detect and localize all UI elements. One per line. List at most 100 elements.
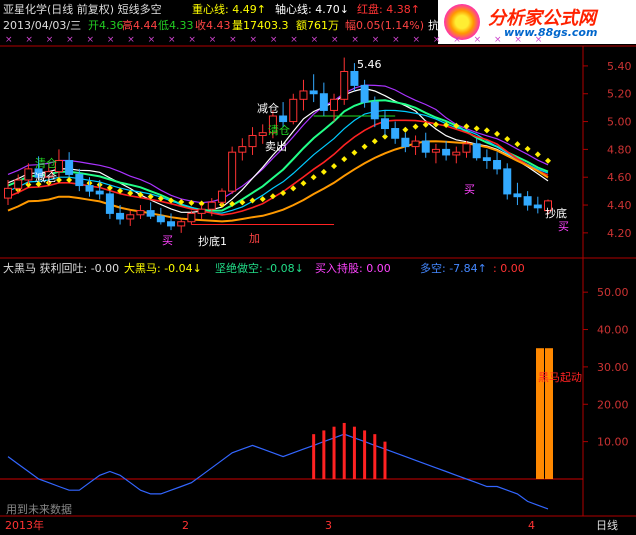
candle-body bbox=[319, 93, 328, 111]
top-x-marker: × bbox=[372, 35, 380, 45]
candle-body bbox=[330, 98, 339, 111]
top-x-marker: × bbox=[250, 35, 258, 45]
support-diamond bbox=[412, 123, 419, 130]
top-x-marker: × bbox=[168, 35, 176, 45]
candle-body bbox=[391, 128, 400, 139]
top-x-marker: × bbox=[535, 35, 543, 45]
annotation-jiancang-2: 减仓 bbox=[257, 102, 279, 115]
candle-body bbox=[238, 146, 247, 153]
top-x-marker: × bbox=[209, 35, 217, 45]
annotation-jia: 加 bbox=[249, 232, 260, 245]
support-diamond bbox=[514, 141, 521, 148]
candle-body bbox=[309, 90, 318, 95]
support-diamond bbox=[483, 127, 490, 134]
top-x-marker: × bbox=[270, 35, 278, 45]
signal-bar bbox=[536, 348, 544, 479]
candle-body bbox=[105, 193, 114, 214]
candle-body bbox=[360, 84, 369, 103]
top-x-marker: × bbox=[148, 35, 156, 45]
support-diamond bbox=[494, 130, 501, 137]
candle-body bbox=[146, 210, 155, 217]
indicator-bar bbox=[322, 430, 326, 479]
price-tick-label: 5.40 bbox=[607, 60, 632, 73]
annotation-chaodi-2: 抄底 bbox=[545, 207, 567, 220]
price-tick-label: 5.20 bbox=[607, 88, 632, 101]
candle-body bbox=[279, 115, 288, 123]
candle-body bbox=[156, 215, 165, 223]
indicator-bar bbox=[312, 434, 316, 479]
top-x-marker: × bbox=[351, 35, 359, 45]
top-x-marker: × bbox=[311, 35, 319, 45]
support-diamond bbox=[351, 149, 358, 156]
top-x-marker: × bbox=[433, 35, 441, 45]
candle-body bbox=[401, 137, 410, 148]
top-x-marker: × bbox=[5, 35, 13, 45]
candle-body bbox=[340, 70, 349, 100]
indicator-bar bbox=[363, 430, 367, 479]
candle-body bbox=[177, 221, 186, 227]
candle-body bbox=[370, 101, 379, 120]
support-diamond bbox=[545, 157, 551, 164]
annotation-qingcang-1: 清仓 bbox=[35, 157, 57, 170]
candle-body bbox=[85, 185, 94, 192]
top-x-marker: × bbox=[331, 35, 339, 45]
annotation-maichu: 卖出 bbox=[265, 140, 287, 153]
candle-body bbox=[289, 98, 298, 123]
candle-body bbox=[217, 190, 226, 203]
indicator-tick-label: 20.00 bbox=[597, 398, 629, 411]
annotation-jiancang-1: 减仓 bbox=[35, 171, 57, 184]
annotation-high-price: 5.46 bbox=[357, 58, 382, 71]
top-x-marker: × bbox=[229, 35, 237, 45]
candle-body bbox=[95, 190, 104, 195]
support-diamond bbox=[310, 174, 317, 181]
support-diamond bbox=[361, 143, 368, 150]
annotation-mai-2: 买 bbox=[464, 183, 475, 196]
candle-body bbox=[228, 151, 237, 192]
candle-body bbox=[14, 179, 23, 189]
support-diamond bbox=[534, 151, 541, 158]
candle-body bbox=[248, 134, 257, 148]
candle-body bbox=[24, 168, 33, 181]
indicator-tick-label: 50.00 bbox=[597, 286, 629, 299]
candle-body bbox=[431, 148, 440, 153]
candle-body bbox=[421, 140, 430, 153]
top-x-marker: × bbox=[188, 35, 196, 45]
support-diamond bbox=[320, 168, 327, 175]
annotation-mai-3: 买 bbox=[558, 220, 569, 233]
indicator-tick-label: 30.00 bbox=[597, 361, 629, 374]
candle-body bbox=[187, 212, 196, 223]
top-x-marker: × bbox=[87, 35, 95, 45]
candle-body bbox=[65, 160, 74, 175]
annotation-heima: 黑马起动 bbox=[538, 371, 582, 384]
candle-body bbox=[126, 214, 135, 220]
candle-body bbox=[167, 221, 176, 227]
indicator-tick-label: 10.00 bbox=[597, 436, 629, 449]
signal-bar bbox=[545, 348, 553, 479]
candle-body bbox=[258, 132, 267, 136]
candle-body bbox=[299, 90, 308, 100]
candle-body bbox=[136, 210, 145, 216]
indicator-bar bbox=[342, 422, 346, 479]
stock-chart: 5.40 5.20 5.00 4.80 4.60 4.40 4.20 50.00 40.00 30… bbox=[0, 35, 636, 517]
support-diamond bbox=[300, 180, 307, 187]
top-x-marker: × bbox=[453, 35, 461, 45]
price-tick-label: 4.20 bbox=[607, 227, 632, 240]
candle-body bbox=[411, 140, 420, 148]
candle-body bbox=[116, 212, 125, 220]
annotation-chaodi-1: 抄底1 bbox=[198, 235, 227, 248]
candle-body bbox=[493, 160, 502, 170]
candle-body bbox=[462, 143, 471, 153]
top-x-marker: × bbox=[127, 35, 135, 45]
support-diamond bbox=[331, 163, 338, 170]
top-x-marker: × bbox=[46, 35, 54, 45]
price-tick-label: 5.00 bbox=[607, 116, 632, 129]
indicator-bar bbox=[373, 434, 377, 479]
support-diamond bbox=[371, 138, 378, 145]
candle-body bbox=[380, 118, 389, 130]
support-diamond bbox=[504, 136, 511, 143]
candle-body bbox=[197, 208, 206, 214]
support-diamond bbox=[473, 125, 480, 132]
top-x-marker: × bbox=[25, 35, 33, 45]
indicator-bar bbox=[332, 426, 336, 479]
candle-body bbox=[503, 168, 512, 195]
